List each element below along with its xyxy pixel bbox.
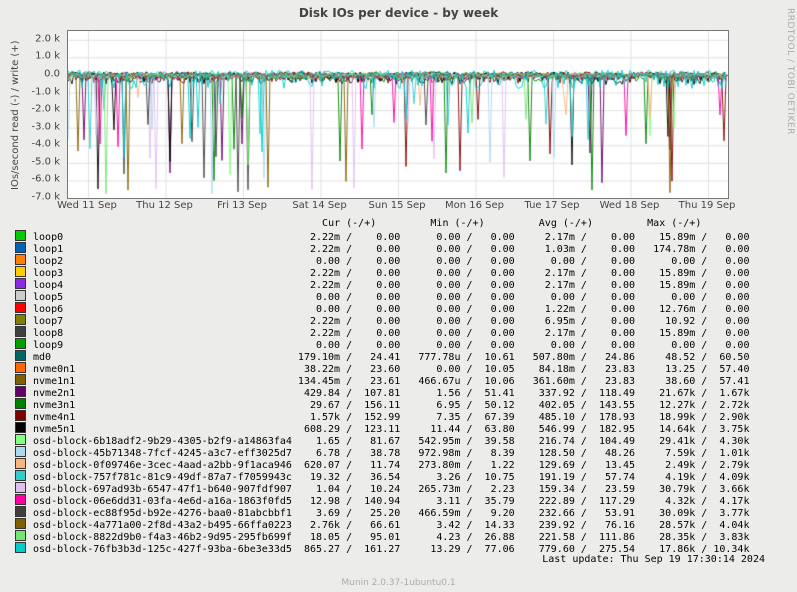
x-tick: Wed 18 Sep	[600, 200, 660, 211]
y-tick: 0.0	[0, 68, 60, 79]
x-axis-ticks: Wed 11 SepThu 12 SepFri 13 SepSat 14 Sep…	[67, 200, 727, 214]
legend-table: Cur (-/+) Min (-/+) Avg (-/+) Max (-/+) …	[15, 218, 785, 566]
legend-row: loop6 0.00 / 0.00 0.00 / 0.00 1.22m / 0.…	[15, 302, 785, 314]
y-tick: -1.0 k	[0, 86, 60, 97]
legend-row: md0 179.10m / 24.41 777.78u / 10.61 507.…	[15, 350, 785, 362]
legend-swatch	[15, 434, 26, 445]
legend-row: nvme2n1 429.84 / 107.81 1.56 / 51.41 337…	[15, 386, 785, 398]
legend-row: osd-block-ec88f95d-b92e-4276-baa0-81abcb…	[15, 506, 785, 518]
legend-swatch	[15, 470, 26, 481]
legend-row: osd-block-45b71348-7fcf-4245-a3c7-eff302…	[15, 446, 785, 458]
legend-swatch	[15, 410, 26, 421]
legend-swatch	[15, 494, 26, 505]
legend-swatch	[15, 290, 26, 301]
legend-row: osd-block-757f781c-81c9-49df-87a7-f70599…	[15, 470, 785, 482]
legend-row: nvme3n1 29.67 / 156.11 6.95 / 50.12 402.…	[15, 398, 785, 410]
legend-swatch	[15, 254, 26, 265]
legend-swatch	[15, 422, 26, 433]
y-axis-ticks: -7.0 k-6.0 k-5.0 k-4.0 k-3.0 k-2.0 k-1.0…	[0, 30, 64, 197]
legend-header: Cur (-/+) Min (-/+) Avg (-/+) Max (-/+)	[15, 218, 785, 230]
legend-swatch	[15, 530, 26, 541]
legend-swatch	[15, 278, 26, 289]
legend-row: nvme4n1 1.57k / 152.99 7.35 / 67.39 485.…	[15, 410, 785, 422]
legend-row: loop5 0.00 / 0.00 0.00 / 0.00 0.00 / 0.0…	[15, 290, 785, 302]
legend-swatch	[15, 374, 26, 385]
legend-swatch	[15, 230, 26, 241]
legend-row: osd-block-06e6dd31-03fa-4e6d-a16a-1863f0…	[15, 494, 785, 506]
legend-swatch	[15, 338, 26, 349]
legend-swatch	[15, 314, 26, 325]
legend-row: loop8 2.22m / 0.00 0.00 / 0.00 2.17m / 0…	[15, 326, 785, 338]
y-tick: -7.0 k	[0, 192, 60, 203]
legend-swatch	[15, 506, 26, 517]
y-tick: -5.0 k	[0, 156, 60, 167]
legend-swatch	[15, 398, 26, 409]
y-tick: -6.0 k	[0, 174, 60, 185]
legend-row: osd-block-4a771a00-2f8d-43a2-b495-66ffa0…	[15, 518, 785, 530]
legend-swatch	[15, 386, 26, 397]
plot-area	[67, 30, 729, 199]
legend-row: nvme5n1 608.29 / 123.11 11.44 / 63.80 54…	[15, 422, 785, 434]
munin-footer: Munin 2.0.37-1ubuntu0.1	[0, 578, 797, 588]
legend-swatch	[15, 350, 26, 361]
x-tick: Thu 12 Sep	[136, 200, 193, 211]
legend-row: osd-block-6b18adf2-9b29-4305-b2f9-a14863…	[15, 434, 785, 446]
y-tick: -4.0 k	[0, 139, 60, 150]
y-tick: 2.0 k	[0, 33, 60, 44]
legend-row: loop2 0.00 / 0.00 0.00 / 0.00 0.00 / 0.0…	[15, 254, 785, 266]
rrdtool-watermark: RRDTOOL / TOBI OETIKER	[785, 8, 795, 135]
chart-title: Disk IOs per device - by week	[0, 6, 797, 20]
legend-row: osd-block-0f09746e-3cec-4aad-a2bb-9f1aca…	[15, 458, 785, 470]
legend-swatch	[15, 302, 26, 313]
legend-swatch	[15, 446, 26, 457]
legend-row: loop7 2.22m / 0.00 0.00 / 0.00 6.95m / 0…	[15, 314, 785, 326]
legend-swatch	[15, 242, 26, 253]
legend-row: osd-block-76fb3b3d-125c-427f-93ba-6be3e3…	[15, 542, 785, 554]
x-tick: Sun 15 Sep	[369, 200, 426, 211]
legend-swatch	[15, 458, 26, 469]
legend-row: loop9 0.00 / 0.00 0.00 / 0.00 0.00 / 0.0…	[15, 338, 785, 350]
legend-swatch	[15, 326, 26, 337]
x-tick: Wed 11 Sep	[57, 200, 117, 211]
x-tick: Thu 19 Sep	[679, 200, 736, 211]
y-tick: -2.0 k	[0, 104, 60, 115]
legend-swatch	[15, 518, 26, 529]
last-update: Last update: Thu Sep 19 17:30:14 2024	[15, 554, 785, 566]
x-tick: Mon 16 Sep	[445, 200, 504, 211]
legend-row: loop0 2.22m / 0.00 0.00 / 0.00 2.17m / 0…	[15, 230, 785, 242]
legend-row: loop3 2.22m / 0.00 0.00 / 0.00 2.17m / 0…	[15, 266, 785, 278]
x-tick: Sat 14 Sep	[292, 200, 346, 211]
legend-swatch	[15, 266, 26, 277]
x-tick: Fri 13 Sep	[217, 200, 267, 211]
legend-row: loop4 2.22m / 0.00 0.00 / 0.00 2.17m / 0…	[15, 278, 785, 290]
legend-row: loop1 2.22m / 0.00 0.00 / 0.00 1.03m / 0…	[15, 242, 785, 254]
y-tick: -3.0 k	[0, 121, 60, 132]
legend-swatch	[15, 482, 26, 493]
y-tick: 1.0 k	[0, 51, 60, 62]
legend-row: osd-block-8822d9b0-f4a3-46b2-9d95-295fb6…	[15, 530, 785, 542]
legend-row: nvme0n1 38.22m / 23.60 0.00 / 10.05 84.1…	[15, 362, 785, 374]
legend-swatch	[15, 362, 26, 373]
x-tick: Tue 17 Sep	[524, 200, 579, 211]
legend-row: nvme1n1 134.45m / 23.61 466.67u / 10.06 …	[15, 374, 785, 386]
legend-row: osd-block-697ad93b-6547-47f1-b640-907fdf…	[15, 482, 785, 494]
legend-swatch	[15, 542, 26, 553]
